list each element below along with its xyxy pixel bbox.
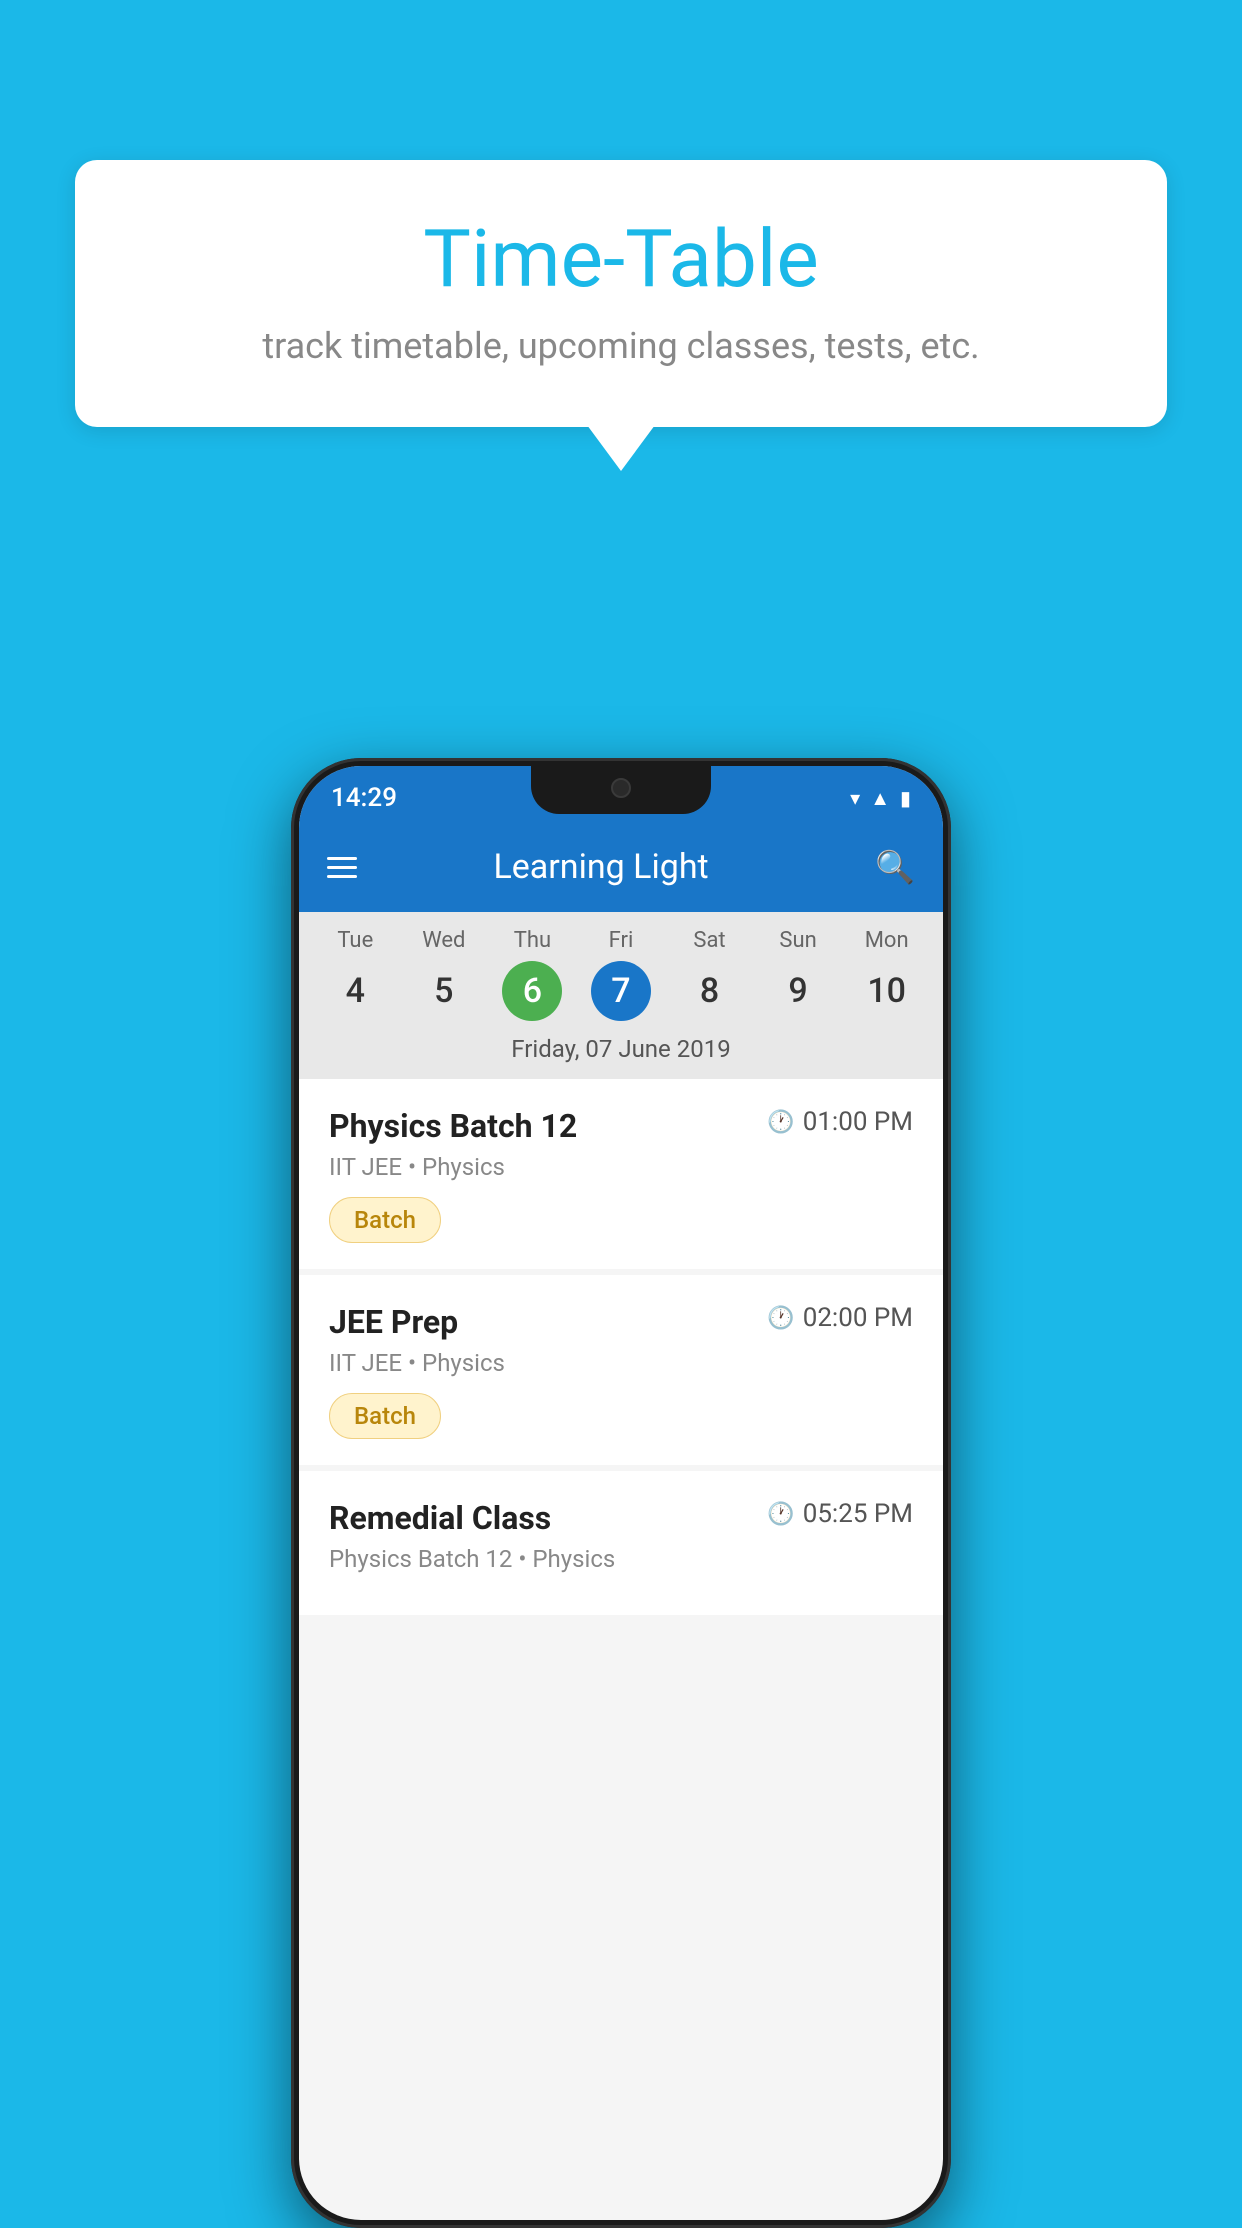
search-icon[interactable]: 🔍 — [875, 848, 915, 886]
phone-screen: 14:29 ▾ ▲ ▮ Learning Light 🔍 Tue 4 Wed 5 Thu… — [299, 766, 943, 2220]
day-name: Mon — [865, 928, 909, 953]
signal-icon: ▲ — [870, 786, 890, 811]
volume-up-button — [291, 1018, 293, 1088]
day-number[interactable]: 4 — [325, 961, 385, 1021]
bubble-title: Time-Table — [135, 215, 1107, 303]
battery-icon: ▮ — [900, 786, 911, 810]
clock-icon: 🕐 — [767, 1502, 794, 1527]
calendar-day-8[interactable]: Sat 8 — [670, 928, 750, 1021]
schedule-category: IIT JEE • Physics — [329, 1349, 913, 1377]
day-name: Thu — [514, 928, 551, 953]
schedule-list[interactable]: Physics Batch 12 🕐 01:00 PM IIT JEE • Phys… — [299, 1079, 943, 1621]
schedule-time: 🕐 02:00 PM — [767, 1303, 913, 1333]
schedule-category: Physics Batch 12 • Physics — [329, 1545, 913, 1573]
speech-bubble-card: Time-Table track timetable, upcoming cla… — [75, 160, 1167, 427]
schedule-name: JEE Prep — [329, 1303, 458, 1341]
schedule-time: 🕐 01:00 PM — [767, 1107, 913, 1137]
schedule-time: 🕐 05:25 PM — [767, 1499, 913, 1529]
calendar-day-6[interactable]: Thu 6 — [492, 928, 572, 1021]
day-name: Wed — [422, 928, 465, 953]
clock-icon: 🕐 — [767, 1110, 794, 1135]
calendar-day-9[interactable]: Sun 9 — [758, 928, 838, 1021]
day-number[interactable]: 10 — [857, 961, 917, 1021]
day-name: Sun — [779, 928, 816, 953]
day-name: Fri — [609, 928, 634, 953]
batch-badge: Batch — [329, 1197, 441, 1243]
camera-icon — [611, 778, 631, 798]
volume-down-button — [291, 1118, 293, 1188]
schedule-item[interactable]: JEE Prep 🕐 02:00 PM IIT JEE • Physics Batch — [299, 1275, 943, 1465]
calendar-date-label: Friday, 07 June 2019 — [299, 1021, 943, 1079]
phone-notch — [531, 766, 711, 814]
schedule-category: IIT JEE • Physics — [329, 1153, 913, 1181]
status-time: 14:29 — [331, 783, 397, 813]
calendar-days: Tue 4 Wed 5 Thu 6 Fri 7 Sat 8 Sun 9 Mon 10 — [299, 928, 943, 1021]
app-bar: Learning Light 🔍 — [299, 822, 943, 912]
schedule-item-header: JEE Prep 🕐 02:00 PM — [329, 1303, 913, 1341]
status-icons: ▾ ▲ ▮ — [850, 786, 911, 811]
batch-badge: Batch — [329, 1393, 441, 1439]
schedule-name: Physics Batch 12 — [329, 1107, 577, 1145]
phone-frame: 14:29 ▾ ▲ ▮ Learning Light 🔍 Tue 4 Wed 5 Thu… — [291, 758, 951, 2228]
day-number[interactable]: 5 — [414, 961, 474, 1021]
calendar-day-7[interactable]: Fri 7 — [581, 928, 661, 1021]
schedule-name: Remedial Class — [329, 1499, 551, 1537]
clock-icon: 🕐 — [767, 1306, 794, 1331]
hamburger-menu-button[interactable] — [327, 857, 357, 878]
calendar-day-4[interactable]: Tue 4 — [315, 928, 395, 1021]
app-title: Learning Light — [381, 847, 821, 887]
day-name: Tue — [337, 928, 373, 953]
schedule-item[interactable]: Remedial Class 🕐 05:25 PM Physics Batch 12… — [299, 1471, 943, 1615]
calendar-strip: Tue 4 Wed 5 Thu 6 Fri 7 Sat 8 Sun 9 Mon 10 Friday, 07… — [299, 912, 943, 1079]
day-number[interactable]: 9 — [768, 961, 828, 1021]
day-name: Sat — [693, 928, 725, 953]
bubble-subtitle: track timetable, upcoming classes, tests… — [135, 325, 1107, 367]
schedule-item-header: Remedial Class 🕐 05:25 PM — [329, 1499, 913, 1537]
day-number[interactable]: 7 — [591, 961, 651, 1021]
day-number[interactable]: 6 — [502, 961, 562, 1021]
calendar-day-10[interactable]: Mon 10 — [847, 928, 927, 1021]
wifi-icon: ▾ — [850, 786, 860, 810]
schedule-item[interactable]: Physics Batch 12 🕐 01:00 PM IIT JEE • Phys… — [299, 1079, 943, 1269]
day-number[interactable]: 8 — [680, 961, 740, 1021]
power-button — [949, 1078, 951, 1188]
calendar-day-5[interactable]: Wed 5 — [404, 928, 484, 1021]
schedule-item-header: Physics Batch 12 🕐 01:00 PM — [329, 1107, 913, 1145]
